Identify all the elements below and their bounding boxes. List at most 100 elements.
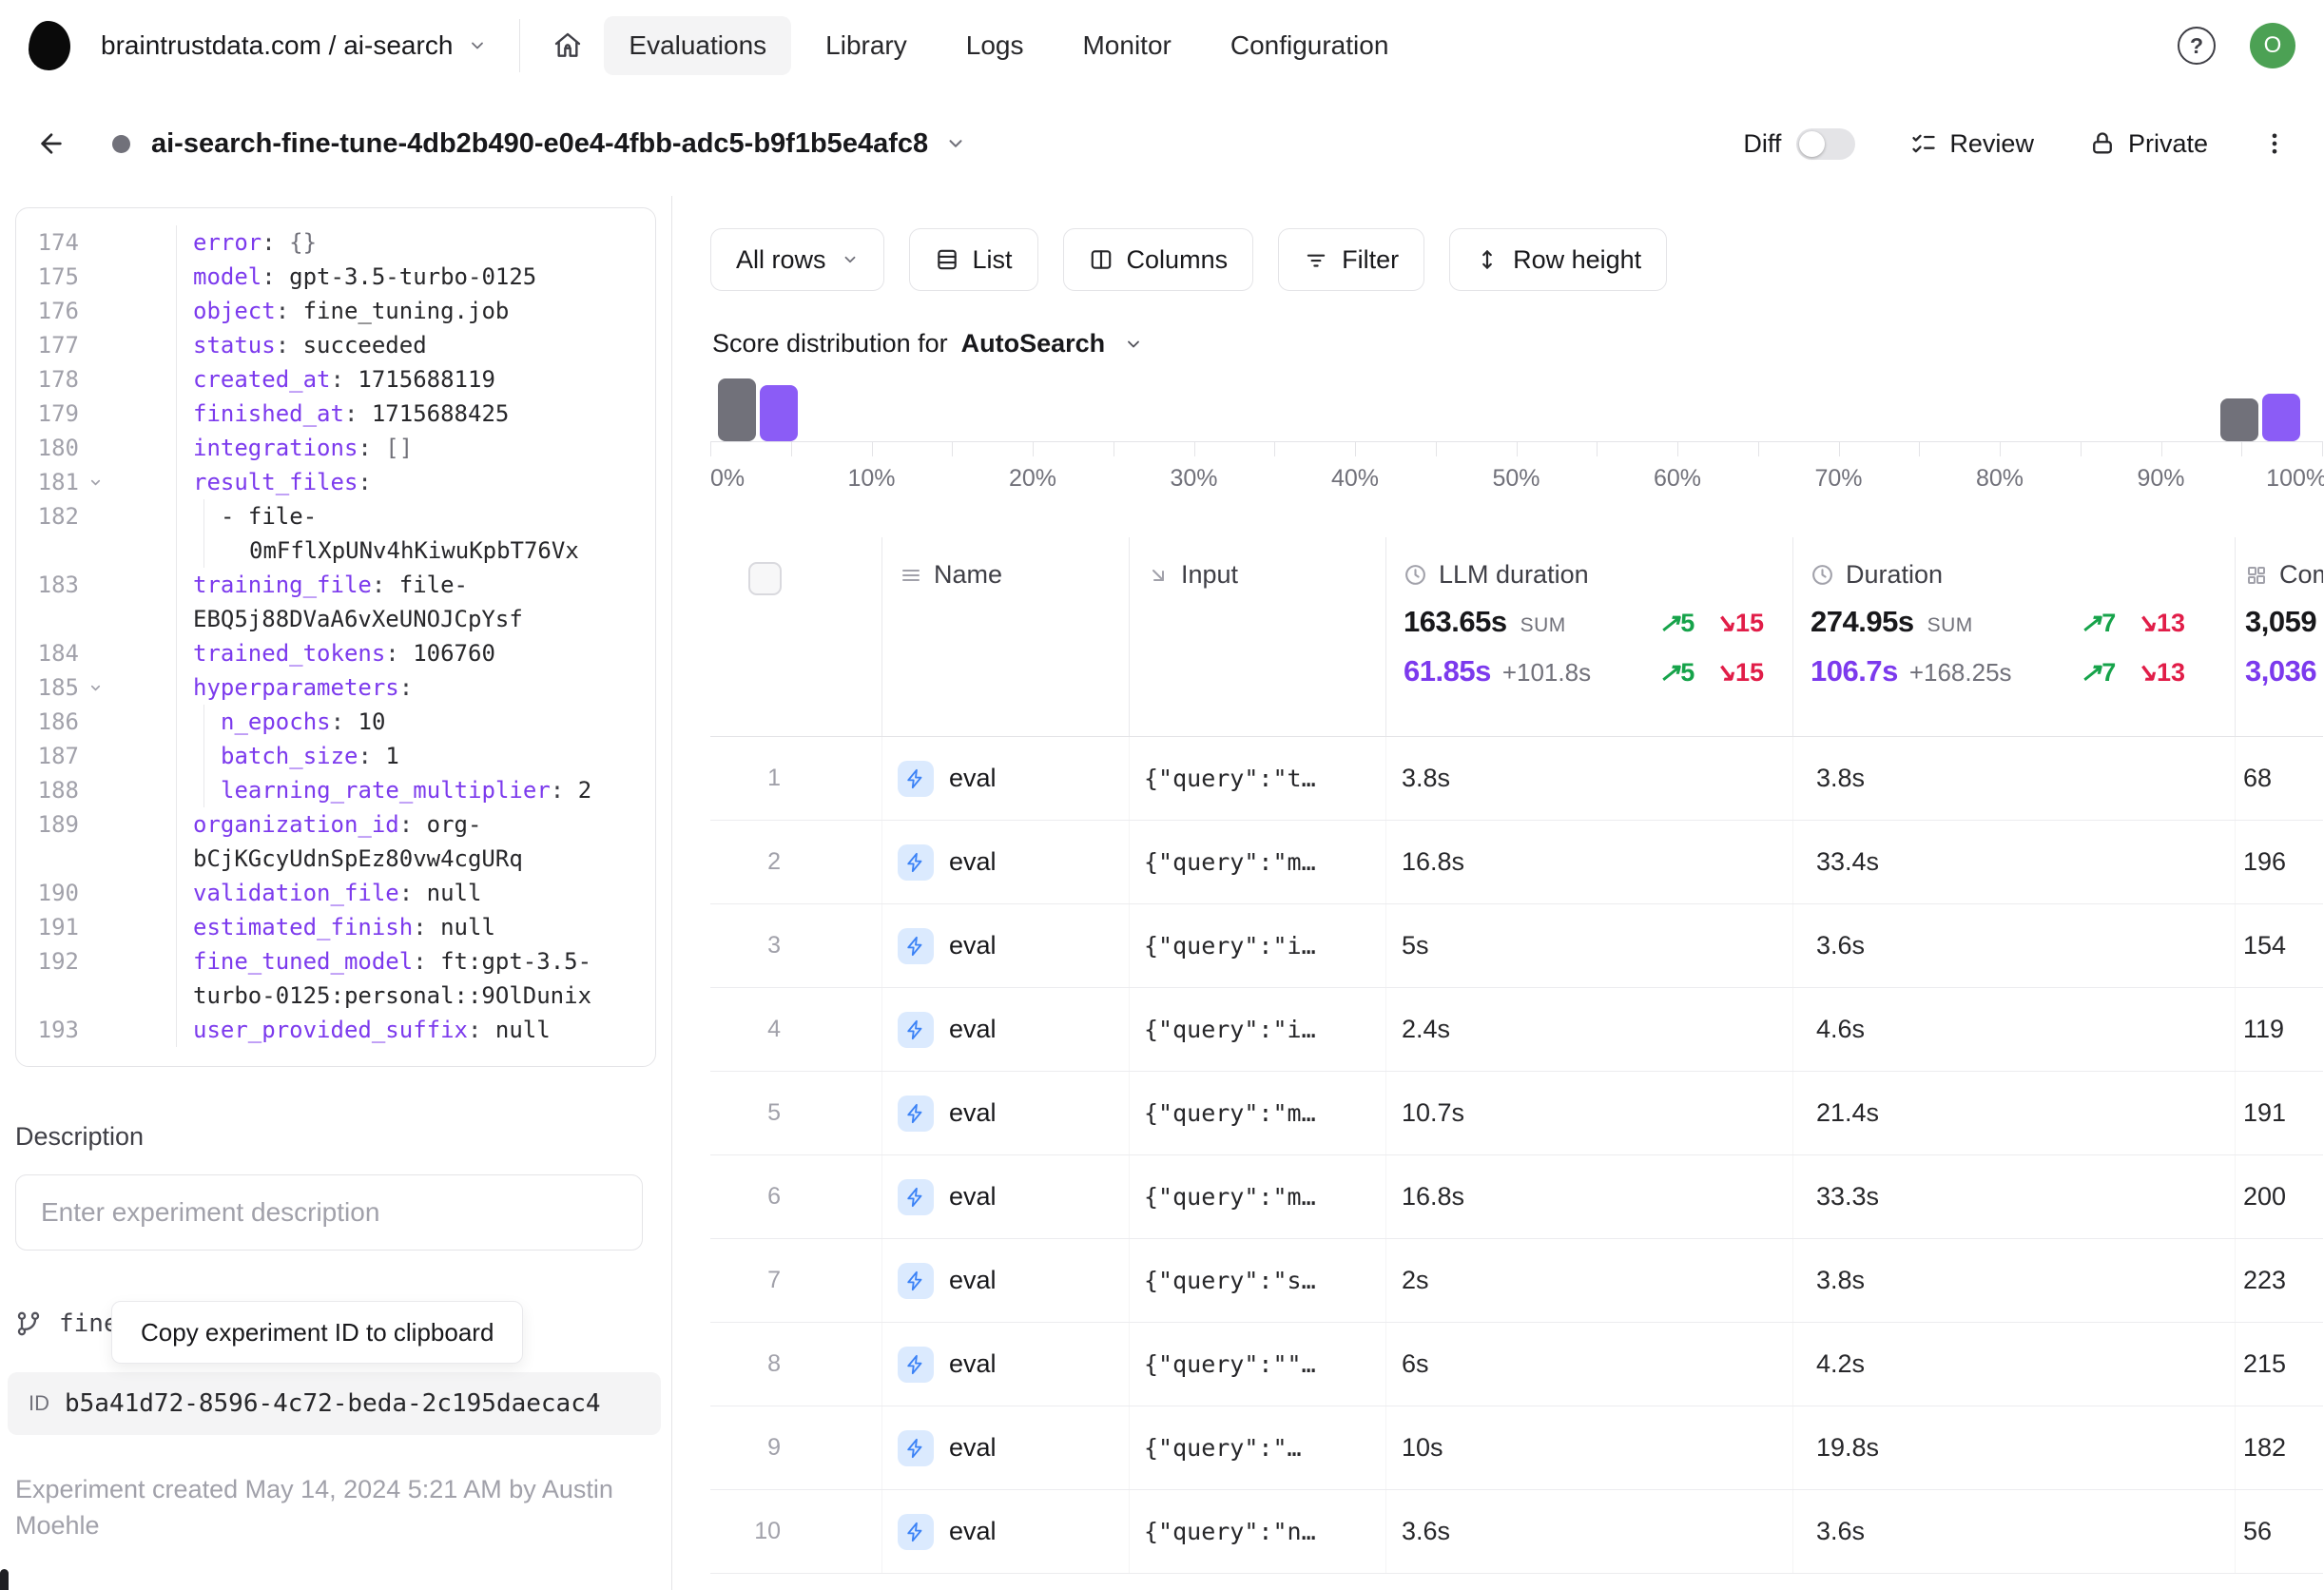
axis-tick-label: 30% xyxy=(1170,465,1218,492)
row-name: eval xyxy=(949,1182,997,1211)
line-number xyxy=(16,842,79,876)
table-cell: 2.4s xyxy=(1385,988,1792,1071)
table-cell: 191 xyxy=(2235,1072,2323,1154)
back-button[interactable] xyxy=(36,128,67,159)
collapse-chevron-icon[interactable] xyxy=(88,681,103,705)
row-llm-duration: 6s xyxy=(1402,1349,1429,1378)
project-switcher[interactable]: braintrustdata.com / ai-search xyxy=(101,30,487,61)
yaml-value: 1715688425 xyxy=(371,400,510,427)
private-button[interactable]: Private xyxy=(2089,129,2208,159)
yaml-value: 106760 xyxy=(413,640,495,667)
table-row[interactable]: 7 eval {"query":"s… 2s 3.8s 223 xyxy=(710,1239,2323,1323)
columns-button[interactable]: Columns xyxy=(1062,228,1254,291)
table-row[interactable]: 9 eval {"query":"… 10s 19.8s 182 xyxy=(710,1406,2323,1490)
table-row[interactable]: 3 eval {"query":"i… 5s 3.6s 154 xyxy=(710,904,2323,988)
table-row[interactable]: 1 eval {"query":"t… 3.8s 3.8s 68 xyxy=(710,737,2323,821)
table-cell: 10s xyxy=(1385,1406,1792,1489)
header-name[interactable]: Name xyxy=(881,537,1129,736)
more-menu-button[interactable] xyxy=(2261,130,2288,157)
experiment-id-pill[interactable]: ID b5a41d72-8596-4c72-beda-2c195daecac4 xyxy=(8,1372,661,1435)
diff-toggle[interactable] xyxy=(1796,127,1856,160)
select-all-checkbox[interactable] xyxy=(748,562,782,595)
avatar[interactable]: O xyxy=(2250,23,2295,68)
tab-monitor[interactable]: Monitor xyxy=(1057,16,1195,75)
table-row[interactable]: 8 eval {"query":""… 6s 4.2s 215 xyxy=(710,1323,2323,1406)
score-distribution-header[interactable]: Score distribution for AutoSearch xyxy=(712,329,2324,359)
table-cell: eval xyxy=(881,904,1129,987)
row-completion-tokens: 182 xyxy=(2243,1433,2287,1462)
axis-tick xyxy=(1033,442,1034,456)
yaml-value: turbo-0125:personal::9OlDunix xyxy=(193,982,592,1009)
code-line: 174 error: {} xyxy=(16,225,655,260)
completion-column-label: Com xyxy=(2279,560,2323,589)
zap-icon xyxy=(898,1346,934,1383)
axis-tick xyxy=(1355,442,1356,456)
tab-library[interactable]: Library xyxy=(801,16,932,75)
row-duration: 33.3s xyxy=(1816,1182,1880,1211)
row-completion-tokens: 56 xyxy=(2243,1517,2273,1545)
table-row[interactable]: 6 eval {"query":"m… 16.8s 33.3s 200 xyxy=(710,1155,2323,1239)
table-cell: 33.3s xyxy=(1792,1155,2235,1238)
yaml-value: EBQ5j88DVaA6vXeUNOJCpYsf xyxy=(193,606,523,632)
axis-tick-label: 70% xyxy=(1814,465,1863,492)
toggle-knob xyxy=(1799,130,1826,157)
yaml-key: validation_file xyxy=(193,880,399,906)
home-button[interactable] xyxy=(552,30,583,61)
header-select-cell xyxy=(710,537,881,736)
table-cell: eval xyxy=(881,1155,1129,1238)
table-cell: 215 xyxy=(2235,1323,2323,1406)
header-llm-duration[interactable]: LLM duration 163.65s SUM ↗5 ↘15 61.85s +1… xyxy=(1385,537,1792,736)
axis-tick xyxy=(871,442,873,456)
header-input[interactable]: Input xyxy=(1129,537,1385,736)
table-row[interactable]: 5 eval {"query":"m… 10.7s 21.4s 191 xyxy=(710,1072,2323,1155)
all-rows-button[interactable]: All rows xyxy=(710,228,884,291)
row-completion-tokens: 119 xyxy=(2243,1015,2285,1043)
yaml-value: 1 xyxy=(385,743,399,769)
list-view-button[interactable]: List xyxy=(908,228,1038,291)
table-cell: {"query":"s… xyxy=(1129,1239,1385,1322)
kebab-icon xyxy=(2272,133,2277,154)
table-cell: eval xyxy=(881,1490,1129,1573)
table-cell: {"query":""… xyxy=(1129,1323,1385,1406)
tab-evaluations[interactable]: Evaluations xyxy=(604,16,792,75)
chevron-down-icon[interactable] xyxy=(945,133,966,154)
help-button[interactable]: ? xyxy=(2178,27,2216,65)
row-completion-tokens: 154 xyxy=(2243,931,2287,960)
row-height-button[interactable]: Row height xyxy=(1449,228,1668,291)
columns-label: Columns xyxy=(1126,244,1229,274)
line-number xyxy=(16,533,79,568)
table-body: 1 eval {"query":"t… 3.8s 3.8s 68 2 eval {"query"… xyxy=(710,737,2323,1574)
header-completion[interactable]: Com 3,059 3,036 xyxy=(2235,537,2323,736)
regress-arrow-icon: ↘ xyxy=(1714,658,1735,687)
table-row[interactable]: 10 eval {"query":"n… 3.6s 3.6s 56 xyxy=(710,1490,2323,1574)
row-name: eval xyxy=(949,1098,997,1127)
yaml-key: trained_tokens xyxy=(193,640,386,667)
description-input[interactable] xyxy=(15,1174,643,1251)
yaml-key: integrations xyxy=(193,435,358,461)
table-cell: 3.6s xyxy=(1792,904,2235,987)
header-duration[interactable]: Duration 274.95s SUM ↗7 ↘13 106.7s +168.2… xyxy=(1792,537,2235,736)
yaml-key: estimated_finish xyxy=(193,914,414,940)
yaml-key: object xyxy=(193,298,276,324)
table-cell: 1 xyxy=(710,737,881,820)
columns-icon xyxy=(1091,250,1111,269)
scrollbar-thumb[interactable] xyxy=(0,1569,9,1590)
score-dist-prefix: Score distribution for xyxy=(712,329,948,358)
collapse-chevron-icon[interactable] xyxy=(88,475,103,499)
table-cell: 3.8s xyxy=(1792,1239,2235,1322)
row-completion-tokens: 196 xyxy=(2243,847,2287,876)
code-line: 185 hyperparameters: xyxy=(16,670,655,705)
code-line: 177 status: succeeded xyxy=(16,328,655,362)
table-row[interactable]: 4 eval {"query":"i… 2.4s 4.6s 119 xyxy=(710,988,2323,1072)
braintrust-logo-icon[interactable] xyxy=(29,21,70,70)
tab-configuration[interactable]: Configuration xyxy=(1206,16,1414,75)
histogram-bars xyxy=(710,374,2323,442)
tab-logs[interactable]: Logs xyxy=(941,16,1049,75)
list-icon xyxy=(937,249,957,270)
row-number: 2 xyxy=(767,848,781,875)
table-row[interactable]: 2 eval {"query":"m… 16.8s 33.4s 196 xyxy=(710,821,2323,904)
review-button[interactable]: Review xyxy=(1910,129,2034,159)
experiment-title[interactable]: ai-search-fine-tune-4db2b490-e0e4-4fbb-a… xyxy=(151,128,928,160)
filter-button[interactable]: Filter xyxy=(1278,228,1425,291)
axis-tick xyxy=(1193,442,1195,456)
